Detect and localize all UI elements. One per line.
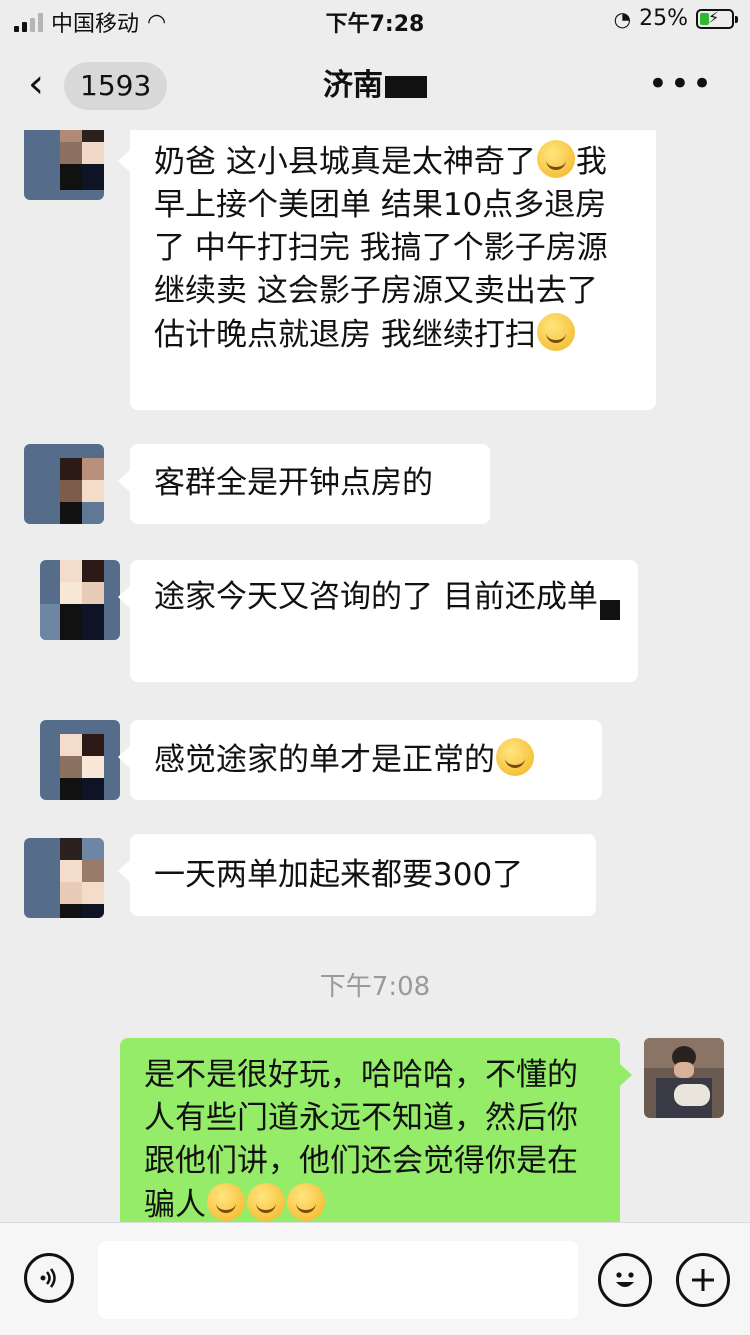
chat-header: ‹ 1593 济南 ••• (0, 42, 750, 130)
self-avatar[interactable] (644, 1038, 724, 1118)
message-text: 一天两单加起来都要300了 (154, 857, 524, 893)
more-icon[interactable]: ••• (648, 64, 714, 104)
avatar[interactable] (24, 838, 104, 918)
plus-more-icon[interactable] (676, 1253, 730, 1307)
message-bubble[interactable]: 客群全是开钟点房的 (118, 444, 490, 524)
smirk-emoji-icon (207, 1183, 245, 1221)
laughing-crying-emoji-icon (536, 313, 575, 351)
emoji-button-icon[interactable] (598, 1253, 652, 1307)
laughing-crying-emoji-icon (536, 140, 575, 178)
smirk-emoji-icon (247, 1183, 285, 1221)
avatar[interactable] (24, 130, 104, 200)
message-bubble[interactable]: 一天两单加起来都要300了 (118, 834, 596, 916)
battery-percent: 25% (639, 6, 688, 31)
message-bubble-self[interactable]: 是不是很好玩，哈哈哈，不懂的人有些门道永远不知道，然后你跟他们讲，他们还会觉得你… (120, 1038, 632, 1222)
title-redaction (385, 75, 427, 98)
message-input[interactable] (98, 1241, 578, 1319)
avatar[interactable] (24, 444, 104, 524)
message-text: 客群全是开钟点房的 (154, 465, 433, 501)
redaction-block (600, 600, 620, 620)
avatar[interactable] (40, 720, 120, 800)
voice-input-icon[interactable] (24, 1253, 74, 1303)
chat-title-text: 济南 (323, 68, 383, 103)
chat-title: 济南 (0, 62, 750, 110)
message-text: 途家今天又咨询的了 目前还成单 (154, 579, 598, 615)
battery-icon: ⚡ (696, 8, 738, 29)
message-bubble[interactable]: 奶爸 这小县城真是太神奇了 我早上接个美团单 结果10点多退房了 中午打扫完 我搞… (118, 130, 656, 410)
laughing-crying-emoji-icon (496, 738, 534, 776)
chat-timestamp: 下午7:08 (319, 972, 431, 1002)
avatar[interactable] (40, 560, 120, 640)
input-bar (0, 1222, 750, 1335)
message-text: 奶爸 这小县城真是太神奇了 (154, 144, 536, 180)
status-bar: 中国移动 ◠ 下午7:28 ◔ 25% ⚡ (0, 0, 750, 42)
message-text: 感觉途家的单才是正常的 (154, 742, 495, 778)
message-bubble[interactable]: 感觉途家的单才是正常的 (118, 720, 602, 800)
status-right: ◔ 25% ⚡ (613, 6, 738, 31)
rotation-lock-icon: ◔ (613, 6, 632, 31)
smirk-emoji-icon (287, 1183, 325, 1221)
message-bubble[interactable]: 途家今天又咨询的了 目前还成单 (118, 560, 638, 682)
message-list[interactable]: 奶爸 这小县城真是太神奇了 我早上接个美团单 结果10点多退房了 中午打扫完 我搞… (0, 130, 750, 1222)
